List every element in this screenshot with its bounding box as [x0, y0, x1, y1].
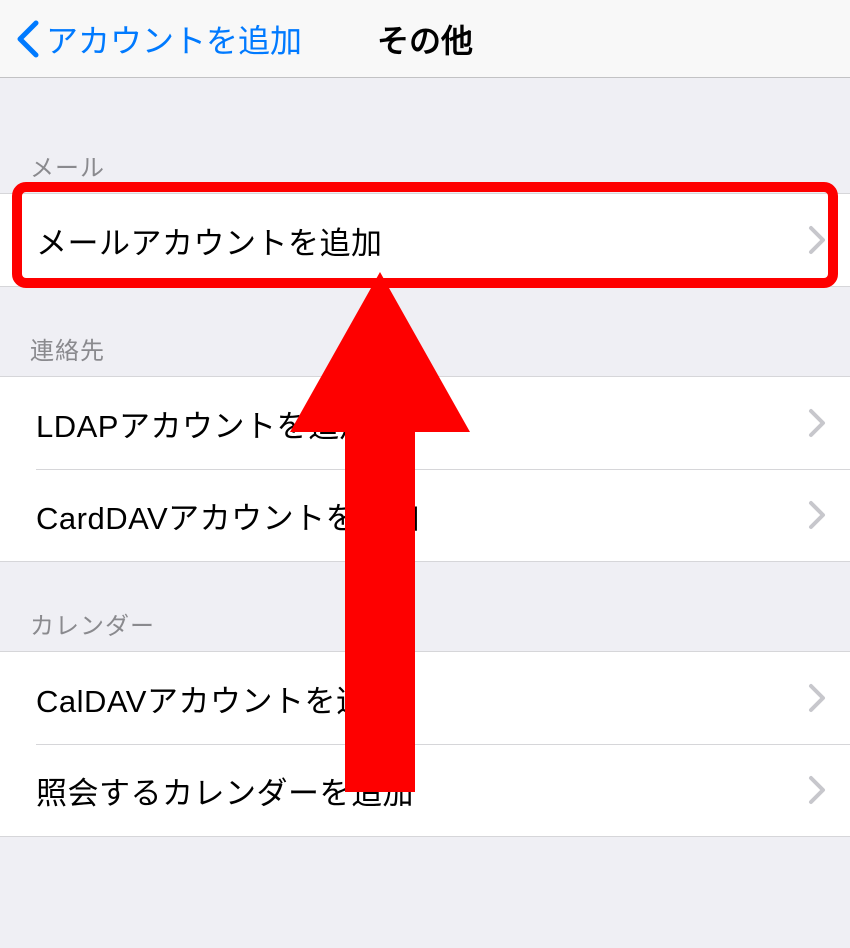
section-header-mail: メール: [0, 78, 850, 193]
contacts-list: LDAPアカウントを追加 CardDAVアカウントを追加: [0, 376, 850, 562]
row-label: メールアカウントを追加: [36, 218, 383, 263]
chevron-right-icon: [808, 408, 826, 438]
chevron-right-icon: [808, 500, 826, 530]
back-button[interactable]: アカウントを追加: [0, 16, 302, 62]
chevron-left-icon: [14, 19, 42, 59]
add-ldap-account-row[interactable]: LDAPアカウントを追加: [0, 377, 850, 469]
chevron-right-icon: [808, 225, 826, 255]
mail-list: メールアカウントを追加: [0, 193, 850, 287]
add-carddav-account-row[interactable]: CardDAVアカウントを追加: [0, 469, 850, 561]
navigation-bar: アカウントを追加 その他: [0, 0, 850, 78]
section-header-calendar: カレンダー: [0, 562, 850, 651]
row-label: CalDAVアカウントを追加: [36, 676, 399, 721]
add-mail-account-row[interactable]: メールアカウントを追加: [0, 194, 850, 286]
calendar-list: CalDAVアカウントを追加 照会するカレンダーを追加: [0, 651, 850, 837]
add-caldav-account-row[interactable]: CalDAVアカウントを追加: [0, 652, 850, 744]
back-button-label: アカウントを追加: [46, 16, 302, 62]
chevron-right-icon: [808, 775, 826, 805]
row-label: 照会するカレンダーを追加: [36, 768, 414, 813]
add-subscribed-calendar-row[interactable]: 照会するカレンダーを追加: [0, 744, 850, 836]
page-title: その他: [377, 16, 473, 62]
row-label: CardDAVアカウントを追加: [36, 493, 420, 538]
section-header-contacts: 連絡先: [0, 287, 850, 376]
row-label: LDAPアカウントを追加: [36, 401, 371, 446]
chevron-right-icon: [808, 683, 826, 713]
